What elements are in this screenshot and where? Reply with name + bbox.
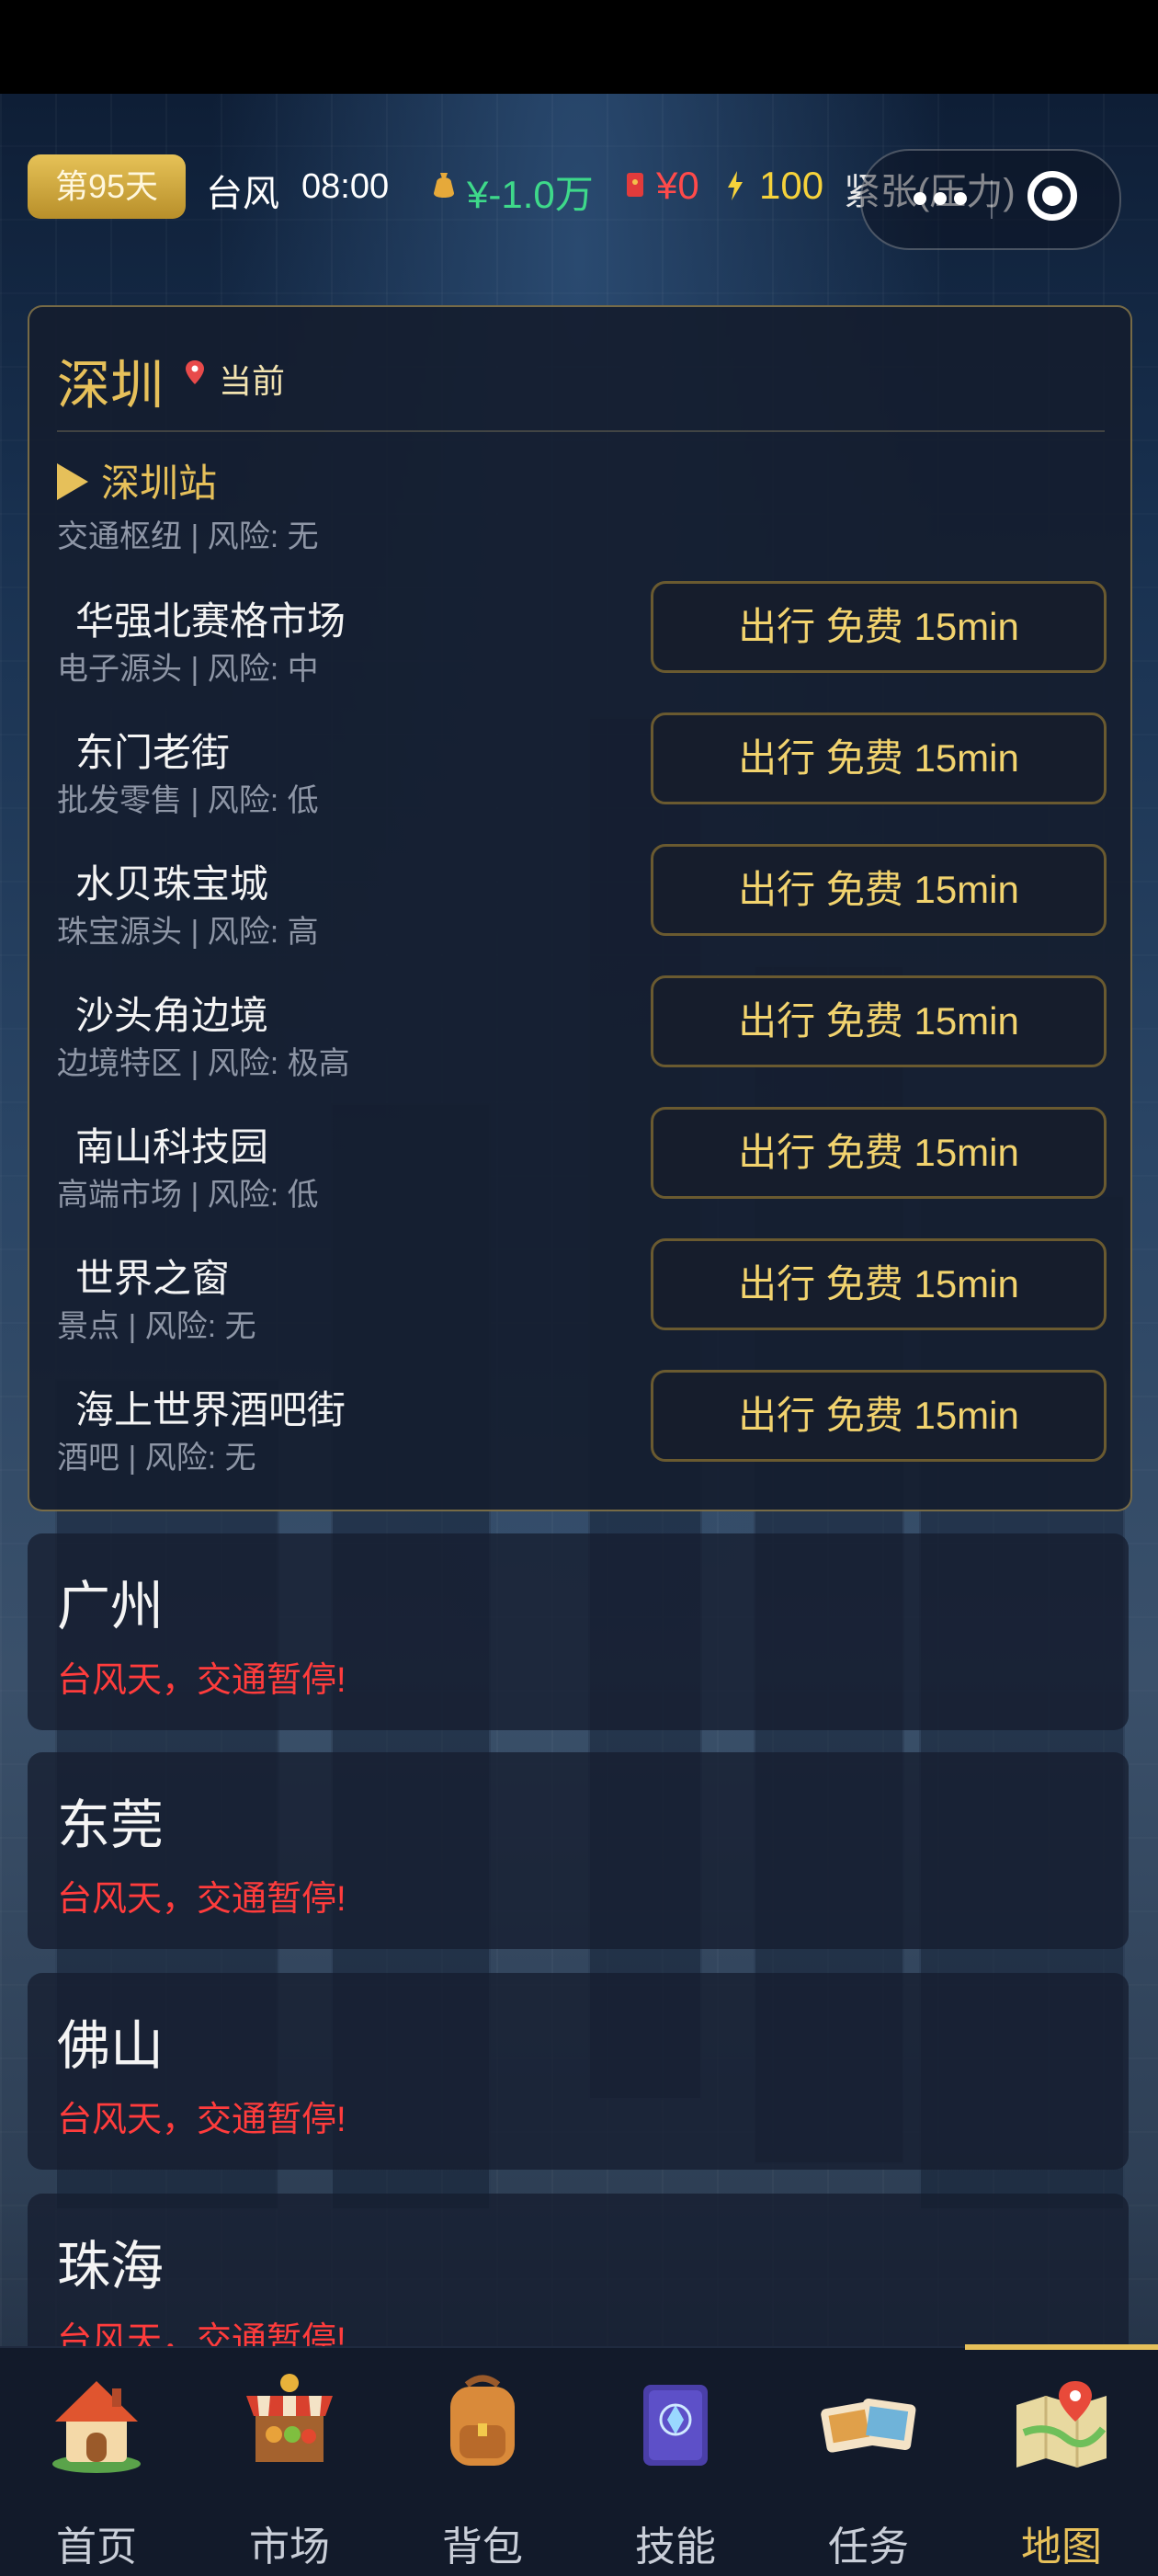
location-meta: 高端市场 | 风险: 低 (57, 1178, 319, 1213)
money-bag-icon (434, 173, 454, 198)
location-row: 世界之窗 景点 | 风险: 无 出行 免费 15min (29, 1238, 1130, 1379)
current-tag: 当前 (219, 362, 286, 400)
location-name: 沙头角边境 (75, 994, 269, 1037)
city-name: 广州 (57, 1577, 165, 1636)
location-name: 世界之窗 (75, 1257, 231, 1300)
traffic-warning: 台风天，交通暂停! (57, 1661, 346, 1700)
location-meta: 边境特区 | 风险: 极高 (57, 1046, 350, 1081)
nav-skills[interactable]: 技能 (579, 2348, 772, 2576)
current-city-name: 深圳 (57, 356, 165, 416)
location-row: 东门老街 批发零售 | 风险: 低 出行 免费 15min (29, 712, 1130, 853)
travel-button[interactable]: 出行 免费 15min (651, 581, 1107, 673)
location-row: 华强北赛格市场 电子源头 | 风险: 中 出行 免费 15min (29, 581, 1130, 722)
energy-value: 100 (759, 164, 824, 207)
city-name: 东莞 (57, 1795, 165, 1855)
station-label: 深圳站 (101, 462, 218, 505)
station-item[interactable]: 深圳站 (57, 452, 217, 508)
location-row: 海上世界酒吧街 酒吧 | 风险: 无 出行 免费 15min (29, 1370, 1130, 1510)
travel-button[interactable]: 出行 免费 15min (651, 712, 1107, 804)
location-name: 东门老街 (75, 731, 231, 774)
travel-button[interactable]: 出行 免费 15min (651, 1107, 1107, 1199)
system-status-bar (0, 0, 1158, 94)
capsule-divider (991, 180, 993, 219)
travel-button[interactable]: 出行 免费 15min (651, 975, 1107, 1067)
day-badge: 第95天 (28, 154, 186, 219)
location-name: 华强北赛格市场 (75, 599, 346, 643)
money-value: ¥-1.0万 (467, 173, 594, 216)
location-meta: 酒吧 | 风险: 无 (57, 1441, 256, 1476)
nav-tasks[interactable]: 任务 (772, 2348, 965, 2576)
location-meta: 珠宝源头 | 风险: 高 (57, 915, 319, 950)
lightning-icon (728, 171, 743, 200)
target-circle-icon[interactable] (1027, 171, 1077, 221)
location-row: 水贝珠宝城 珠宝源头 | 风险: 高 出行 免费 15min (29, 844, 1130, 985)
location-name: 水贝珠宝城 (75, 862, 269, 906)
location-row: 南山科技园 高端市场 | 风险: 低 出行 免费 15min (29, 1107, 1130, 1248)
backpack-icon (450, 2375, 515, 2466)
city-name: 佛山 (57, 2016, 165, 2076)
nav-label: 任务 (828, 2525, 909, 2570)
more-dots-icon[interactable] (914, 191, 974, 209)
station-meta: 交通枢纽 | 风险: 无 (57, 519, 319, 554)
location-meta: 批发零售 | 风险: 低 (57, 783, 319, 818)
market-stall-icon (246, 2374, 333, 2462)
travel-button[interactable]: 出行 免费 15min (651, 1370, 1107, 1462)
nav-label: 技能 (635, 2525, 716, 2570)
current-arrow-icon (57, 463, 88, 500)
house-icon (52, 2381, 141, 2473)
nav-label: 地图 (1021, 2525, 1102, 2570)
location-row: 沙头角边境 边境特区 | 风险: 极高 出行 免费 15min (29, 975, 1130, 1116)
red-envelope-icon (627, 173, 643, 197)
map-icon (1016, 2381, 1107, 2468)
traffic-warning: 台风天，交通暂停! (57, 1880, 346, 1919)
location-pin-icon (186, 360, 204, 384)
city-card-foshan[interactable]: 佛山 台风天，交通暂停! (28, 1973, 1129, 2170)
nav-label: 首页 (56, 2525, 137, 2570)
active-indicator (965, 2344, 1158, 2350)
city-name: 珠海 (57, 2237, 165, 2297)
location-name: 海上世界酒吧街 (75, 1388, 346, 1431)
title-divider (57, 430, 1105, 432)
location-meta: 景点 | 风险: 无 (57, 1309, 256, 1344)
nav-label: 背包 (442, 2525, 523, 2570)
nav-backpack[interactable]: 背包 (386, 2348, 579, 2576)
game-status-bar: 第95天 台风 08:00 ¥-1.0万 ¥0 100 紧张(压力) (0, 147, 1158, 250)
debt-value: ¥0 (656, 164, 699, 207)
bottom-navigation: 首页 市场 背包 技能 任务 地图 (0, 2344, 1158, 2576)
nav-market[interactable]: 市场 (193, 2348, 386, 2576)
time-label: 08:00 (301, 167, 390, 206)
nav-map[interactable]: 地图 (965, 2344, 1158, 2576)
location-name: 南山科技园 (75, 1125, 269, 1168)
weather-label: 台风 (206, 174, 279, 214)
current-city-panel: 深圳 当前 深圳站 交通枢纽 | 风险: 无 华强北赛格市场 电子源头 | 风险… (28, 305, 1132, 1511)
miniprogram-capsule (860, 149, 1121, 250)
skill-book-icon (643, 2385, 708, 2466)
travel-button[interactable]: 出行 免费 15min (651, 844, 1107, 936)
location-meta: 电子源头 | 风险: 中 (57, 652, 319, 687)
city-card-dongguan[interactable]: 东莞 台风天，交通暂停! (28, 1752, 1129, 1949)
traffic-warning: 台风天，交通暂停! (57, 2101, 346, 2139)
travel-button[interactable]: 出行 免费 15min (651, 1238, 1107, 1330)
city-card-guangzhou[interactable]: 广州 台风天，交通暂停! (28, 1533, 1129, 1730)
nav-label: 市场 (249, 2525, 330, 2570)
nav-home[interactable]: 首页 (0, 2348, 193, 2576)
task-photos-icon (821, 2398, 916, 2453)
